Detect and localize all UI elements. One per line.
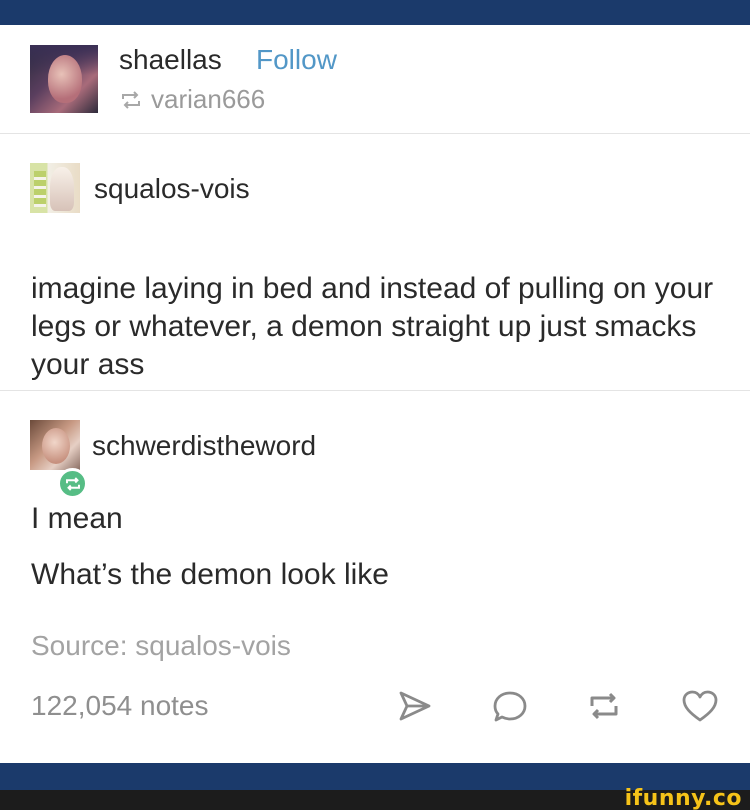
like-button[interactable] [679,685,721,727]
follow-button[interactable]: Follow [256,44,337,76]
reply-button[interactable] [489,685,531,727]
heart-icon [682,690,718,722]
share-button[interactable] [394,685,436,727]
divider [0,133,750,134]
post-card: shaellas Follow varian666 squalos-vois i… [0,25,750,763]
avatar[interactable] [30,45,98,113]
ifunny-watermark: ifunny.co [624,786,742,810]
reblog-icon [590,692,618,720]
reblog-comment-line: What’s the demon look like [31,558,389,591]
avatar[interactable] [30,163,80,213]
reply-icon [493,691,527,722]
original-post-username[interactable]: squalos-vois [94,173,250,205]
reblog-icon [65,476,80,491]
watermark-bar: ifunny.co [0,786,750,810]
reblog-comment-line: I mean [31,502,123,535]
reblog-button[interactable] [583,685,625,727]
reblog-username[interactable]: schwerdistheword [92,430,316,462]
avatar[interactable] [30,420,80,470]
notes-count[interactable]: 122,054 notes [31,690,209,722]
source-link[interactable]: Source: squalos-vois [31,630,291,662]
original-post-text: imagine laying in bed and instead of pul… [31,272,714,381]
top-bar [0,0,750,25]
reblog-icon [122,90,140,109]
reblogged-from[interactable]: varian666 [119,84,265,115]
share-icon [399,691,431,721]
divider [0,390,750,391]
reblogged-from-username: varian666 [151,84,266,114]
post-author-username[interactable]: shaellas [119,44,222,76]
reblog-badge [57,468,88,499]
